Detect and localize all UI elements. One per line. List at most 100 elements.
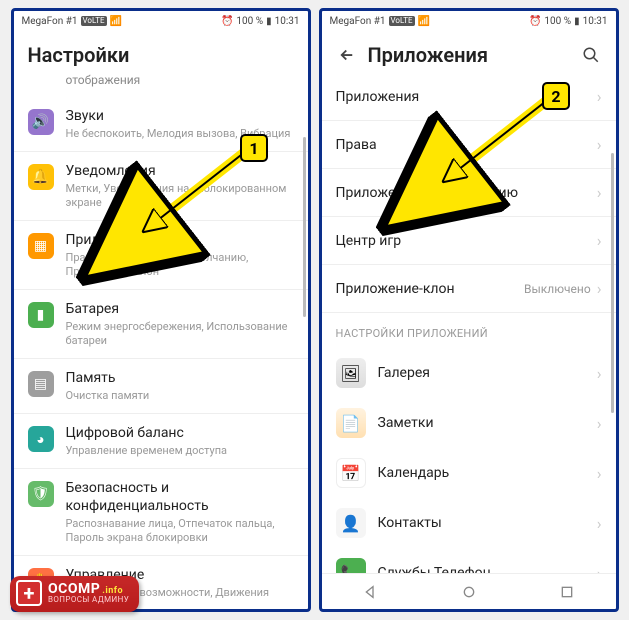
battery-label: 100 % (236, 16, 263, 27)
app-label: Службы Телефон (378, 565, 597, 573)
chevron-right-icon: › (597, 183, 602, 202)
nav-recent-button[interactable] (558, 583, 576, 601)
search-button[interactable] (580, 44, 602, 66)
carrier-label: MegaFon #1 (22, 16, 78, 27)
android-navbar (322, 573, 616, 609)
chevron-right-icon: › (597, 87, 602, 106)
chevron-right-icon: › (597, 414, 602, 433)
signal-icon: 📶 (418, 16, 430, 27)
nav-back-button[interactable] (362, 583, 380, 601)
app-label: Заметки (378, 415, 597, 431)
page-header: Настройки (14, 31, 308, 73)
app-row-gallery[interactable]: 🖼 Галерея › (322, 348, 616, 398)
settings-item-storage[interactable]: ▤ Память Очистка памяти (14, 358, 308, 413)
chevron-right-icon: › (597, 279, 602, 298)
page-header: Приложения (322, 31, 616, 73)
time-label: 10:31 (583, 16, 608, 27)
phone-left-settings: MegaFon #1 VoLTE 📶 ⏰ 100 % ▮ 10:31 Настр… (11, 8, 311, 612)
scrollbar[interactable] (303, 137, 306, 317)
notes-icon: 📄 (336, 408, 366, 438)
status-bar: MegaFon #1 VoLTE 📶 ⏰ 100 % ▮ 10:31 (14, 11, 308, 31)
phone-icon: 📞 (336, 558, 366, 573)
app-row-notes[interactable]: 📄 Заметки › (322, 398, 616, 448)
section-header-app-settings: НАСТРОЙКИ ПРИЛОЖЕНИЙ (322, 313, 616, 348)
chevron-right-icon: › (597, 564, 602, 574)
item-sub: Метки, Уведомления на заблокированном эк… (66, 182, 294, 210)
app-label: Галерея (378, 365, 597, 381)
row-permissions[interactable]: Права › (322, 121, 616, 169)
row-default-apps[interactable]: Приложения по умолчанию › (322, 169, 616, 217)
chevron-right-icon: › (597, 364, 602, 383)
scrollbar[interactable] (611, 153, 614, 413)
settings-item-apps[interactable]: ▦ Приложения Права, Приложения по умолча… (14, 220, 308, 289)
volte-badge: VoLTE (81, 16, 107, 26)
item-label: Уведомления (66, 162, 294, 180)
partial-row-sub: отображения (14, 73, 308, 97)
row-label: Приложение-клон (336, 281, 525, 297)
item-sub: Распознавание лица, Отпечаток пальца, Па… (66, 517, 294, 545)
alarm-icon: ⏰ (529, 16, 541, 27)
sound-icon: 🔊 (28, 109, 54, 135)
row-game-center[interactable]: Центр игр › (322, 217, 616, 265)
page-title: Приложения (368, 43, 570, 67)
nav-home-button[interactable] (460, 583, 478, 601)
item-sub: Не беспокоить, Мелодия вызова, Вибрация (66, 127, 294, 141)
calendar-icon: 📅 (336, 458, 366, 488)
settings-item-digital-balance[interactable]: ◕ Цифровой баланс Управление временем до… (14, 413, 308, 468)
watermark-badge: + OCOMP.info ВОПРОСЫ АДМИНУ (10, 576, 139, 612)
item-label: Безопасность и конфиденциальность (66, 479, 294, 515)
item-label: Батарея (66, 300, 294, 318)
item-label: Цифровой баланс (66, 424, 294, 442)
digital-balance-icon: ◕ (28, 426, 54, 452)
bell-icon: 🔔 (28, 164, 54, 190)
battery-label: 100 % (544, 16, 571, 27)
page-title: Настройки (28, 43, 294, 67)
phone-right-apps: MegaFon #1 VoLTE 📶 ⏰ 100 % ▮ 10:31 Прило… (319, 8, 619, 612)
settings-scroll[interactable]: 🔊 Звуки Не беспокоить, Мелодия вызова, В… (14, 97, 308, 609)
item-sub: Очистка памяти (66, 389, 294, 403)
settings-item-battery[interactable]: ▮ Батарея Режим энергосбережения, Исполь… (14, 289, 308, 358)
carrier-label: MegaFon #1 (330, 16, 386, 27)
apps-icon: ▦ (28, 233, 54, 259)
row-app-clone[interactable]: Приложение-клон Выключено › (322, 265, 616, 313)
settings-item-sounds[interactable]: 🔊 Звуки Не беспокоить, Мелодия вызова, В… (14, 97, 308, 151)
settings-list: 🔊 Звуки Не беспокоить, Мелодия вызова, В… (14, 97, 308, 609)
settings-item-notifications[interactable]: 🔔 Уведомления Метки, Уведомления на забл… (14, 151, 308, 220)
row-value: Выключено (524, 282, 591, 296)
row-label: Права (336, 137, 597, 153)
status-bar: MegaFon #1 VoLTE 📶 ⏰ 100 % ▮ 10:31 (322, 11, 616, 31)
row-apps[interactable]: Приложения › (322, 73, 616, 121)
time-label: 10:31 (275, 16, 300, 27)
item-label: Звуки (66, 107, 294, 125)
item-sub: Управление временем доступа (66, 444, 294, 458)
item-sub: Права, Приложения по умолчанию, Приложен… (66, 251, 294, 279)
app-row-phone-services[interactable]: 📞 Службы Телефон › (322, 548, 616, 573)
chevron-right-icon: › (597, 231, 602, 250)
chevron-right-icon: › (597, 464, 602, 483)
gallery-icon: 🖼 (336, 358, 366, 388)
plus-icon: + (16, 580, 42, 606)
volte-badge: VoLTE (389, 16, 415, 26)
storage-icon: ▤ (28, 371, 54, 397)
app-label: Календарь (378, 465, 597, 481)
app-row-calendar[interactable]: 📅 Календарь › (322, 448, 616, 498)
row-label: Приложения (336, 89, 597, 105)
watermark-tagline: ВОПРОСЫ АДМИНУ (48, 596, 129, 604)
row-label: Приложения по умолчанию (336, 185, 597, 201)
app-label: Контакты (378, 515, 597, 531)
chevron-right-icon: › (597, 135, 602, 154)
settings-item-security[interactable]: 🛡 Безопасность и конфиденциальность Расп… (14, 468, 308, 555)
alarm-icon: ⏰ (221, 16, 233, 27)
battery-icon: ▮ (574, 16, 580, 27)
row-label: Центр игр (336, 233, 597, 249)
back-button[interactable] (336, 44, 358, 66)
shield-icon: 🛡 (28, 481, 54, 507)
item-sub: Режим энергосбережения, Использование ба… (66, 320, 294, 348)
apps-scroll[interactable]: Приложения › Права › Приложения по умолч… (322, 73, 616, 573)
battery-settings-icon: ▮ (28, 302, 54, 328)
app-row-contacts[interactable]: 👤 Контакты › (322, 498, 616, 548)
contacts-icon: 👤 (336, 508, 366, 538)
item-label: Память (66, 369, 294, 387)
signal-icon: 📶 (110, 16, 122, 27)
chevron-right-icon: › (597, 514, 602, 533)
